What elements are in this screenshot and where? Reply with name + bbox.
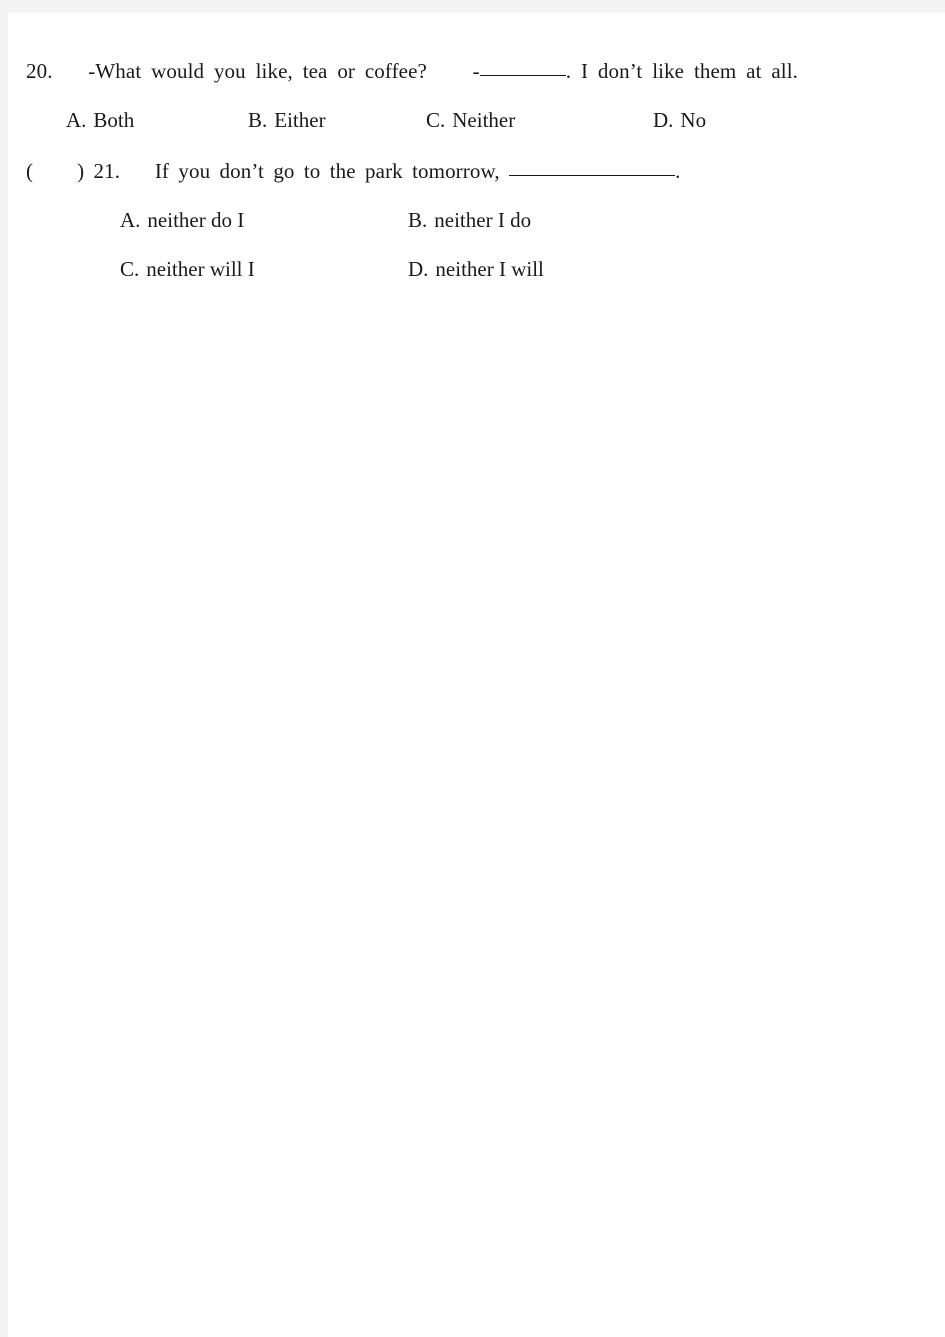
- question-21-option-a[interactable]: A. neither do I: [120, 207, 398, 233]
- question-20-dash: -: [472, 59, 480, 83]
- question-20-option-c[interactable]: C. Neither: [426, 107, 656, 133]
- question-20-answer-blank[interactable]: [479, 60, 566, 76]
- question-21-option-a-label: neither do I: [147, 208, 245, 232]
- question-21-answer-blank[interactable]: [509, 160, 676, 176]
- question-20-stem: 20. -What would you like, tea or coffee?…: [26, 58, 798, 84]
- question-21-stem: () 21. If you don’t go to the park tomor…: [26, 158, 680, 184]
- question-21-option-d-label: neither I will: [435, 257, 544, 281]
- question-20-option-b-label: Either: [274, 108, 326, 132]
- question-21-option-d[interactable]: D. neither I will: [408, 256, 668, 282]
- question-21-option-c[interactable]: C. neither will I: [120, 256, 398, 282]
- question-20-stem-before-blank: -What would you like, tea or coffee?: [88, 59, 427, 83]
- question-21-option-c-letter: C.: [120, 257, 140, 281]
- question-21-option-a-letter: A.: [120, 208, 141, 232]
- question-21-bracket-open: (: [26, 159, 34, 183]
- document-page: 20. -What would you like, tea or coffee?…: [8, 13, 945, 1337]
- question-21-answer-bracket[interactable]: (): [26, 159, 84, 183]
- question-20-option-a-label: Both: [93, 108, 135, 132]
- question-21-option-b-label: neither I do: [434, 208, 532, 232]
- question-20-option-d-letter: D.: [653, 108, 674, 132]
- question-21-option-b[interactable]: B. neither I do: [408, 207, 668, 233]
- question-20-option-a-letter: A.: [66, 108, 87, 132]
- question-20-option-b[interactable]: B. Either: [248, 107, 438, 133]
- question-21-number: 21.: [93, 159, 121, 183]
- scan-top-margin: [0, 0, 945, 13]
- scan-left-margin: [0, 0, 8, 1337]
- question-21-option-d-letter: D.: [408, 257, 429, 281]
- question-21-stem-before-blank: If you don’t go to the park tomorrow,: [154, 159, 500, 183]
- question-20-option-c-letter: C.: [426, 108, 446, 132]
- question-21-bracket-close: ): [77, 159, 85, 183]
- question-20-number: 20.: [26, 59, 53, 83]
- question-20-option-d-label: No: [680, 108, 707, 132]
- question-20-option-c-label: Neither: [452, 108, 516, 132]
- question-20-option-d[interactable]: D. No: [653, 107, 773, 133]
- question-20-option-b-letter: B.: [248, 108, 268, 132]
- question-21-option-b-letter: B.: [408, 208, 428, 232]
- question-20-stem-after-blank: . I don’t like them at all.: [565, 59, 799, 83]
- question-21-stem-after-blank: .: [675, 159, 681, 183]
- question-21-option-c-label: neither will I: [146, 257, 255, 281]
